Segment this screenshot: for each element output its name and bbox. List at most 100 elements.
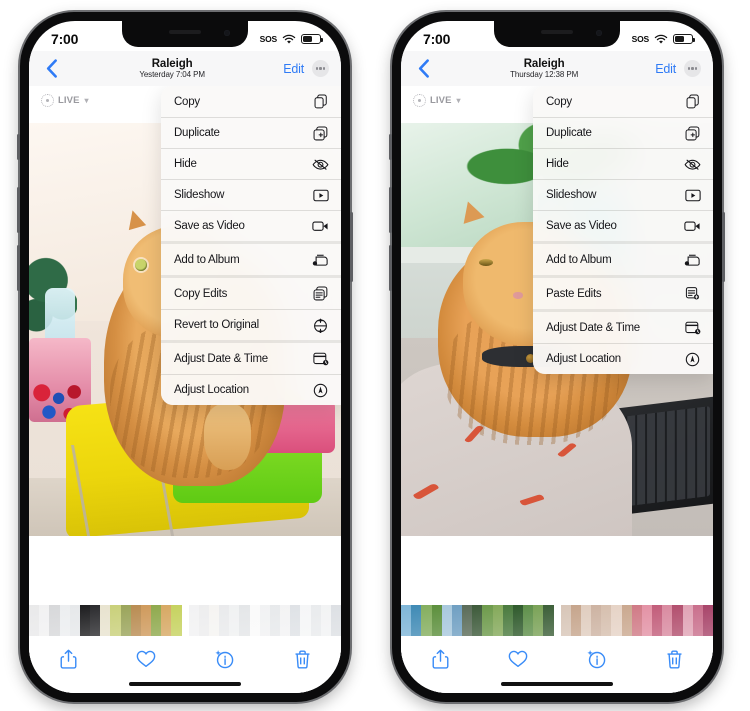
filmstrip-thumbnail[interactable]	[472, 605, 483, 636]
filmstrip-thumbnail[interactable]	[512, 605, 524, 636]
filmstrip-thumbnail[interactable]	[188, 605, 199, 636]
filmstrip-thumbnail[interactable]	[431, 605, 442, 636]
home-indicator[interactable]	[129, 682, 241, 686]
context-menu[interactable]: Copy Duplicate Hide Slideshow Save as Vi…	[161, 86, 341, 405]
filmstrip-thumbnail[interactable]	[198, 605, 209, 636]
filmstrip-thumbnail[interactable]	[110, 605, 121, 636]
menu-item-duplicate[interactable]: Duplicate	[533, 117, 713, 148]
filmstrip-thumbnail[interactable]	[611, 605, 622, 636]
filmstrip-thumbnail[interactable]	[401, 605, 412, 636]
menu-item-hide[interactable]: Hide	[161, 148, 341, 179]
filmstrip-thumbnail[interactable]	[533, 605, 544, 636]
filmstrip-thumbnail[interactable]	[502, 605, 513, 636]
filmstrip-thumbnail[interactable]	[652, 605, 663, 636]
menu-item-add-to-album[interactable]: Add to Album	[533, 244, 713, 275]
filmstrip-thumbnail[interactable]	[421, 605, 432, 636]
volume-down-button[interactable]	[389, 245, 392, 291]
filmstrip-thumbnail[interactable]	[269, 605, 281, 636]
filmstrip-thumbnail[interactable]	[451, 605, 463, 636]
edit-button[interactable]: Edit	[283, 62, 304, 76]
info-button[interactable]	[583, 646, 609, 672]
volume-up-button[interactable]	[17, 187, 20, 233]
filmstrip-thumbnail[interactable]	[259, 605, 270, 636]
menu-item-copy-edits[interactable]: Copy Edits	[161, 278, 341, 309]
filmstrip-thumbnail[interactable]	[290, 605, 301, 636]
menu-item-save-as-video[interactable]: Save as Video	[533, 210, 713, 241]
filmstrip-thumbnail[interactable]	[249, 605, 260, 636]
volume-down-button[interactable]	[17, 245, 20, 291]
edit-button[interactable]: Edit	[655, 62, 676, 76]
filmstrip-thumbnail[interactable]	[39, 605, 50, 636]
filmstrip-thumbnail[interactable]	[151, 605, 162, 636]
mute-switch[interactable]	[389, 134, 392, 160]
filmstrip-thumbnail[interactable]	[411, 605, 422, 636]
filmstrip-thumbnail[interactable]	[300, 605, 311, 636]
filmstrip-thumbnail[interactable]	[239, 605, 250, 636]
menu-item-add-to-album[interactable]: Add to Album	[161, 244, 341, 275]
filmstrip-thumbnail[interactable]	[662, 605, 673, 636]
menu-item-slideshow[interactable]: Slideshow	[161, 179, 341, 210]
filmstrip-thumbnail[interactable]	[120, 605, 131, 636]
filmstrip-thumbnail[interactable]	[49, 605, 60, 636]
menu-item-save-as-video[interactable]: Save as Video	[161, 210, 341, 241]
filmstrip-thumbnail[interactable]	[29, 605, 40, 636]
filmstrip-thumbnail[interactable]	[560, 605, 571, 636]
volume-up-button[interactable]	[389, 187, 392, 233]
filmstrip-thumbnail[interactable]	[219, 605, 230, 636]
filmstrip-thumbnail[interactable]	[59, 605, 70, 636]
share-button[interactable]	[427, 646, 453, 672]
filmstrip-thumbnail[interactable]	[330, 605, 341, 636]
filmstrip-thumbnail[interactable]	[280, 605, 291, 636]
menu-item-adjust-location[interactable]: Adjust Location	[161, 374, 341, 405]
filmstrip-thumbnail[interactable]	[90, 605, 101, 636]
power-button[interactable]	[350, 212, 353, 282]
filmstrip-thumbnail[interactable]	[441, 605, 452, 636]
filmstrip-thumbnail[interactable]	[161, 605, 172, 636]
live-photo-badge[interactable]: LIVE ▾	[41, 94, 89, 107]
delete-button[interactable]	[661, 646, 687, 672]
menu-item-duplicate[interactable]: Duplicate	[161, 117, 341, 148]
mute-switch[interactable]	[17, 134, 20, 160]
menu-item-adjust-date-time[interactable]: Adjust Date & Time	[533, 312, 713, 343]
delete-button[interactable]	[289, 646, 315, 672]
photo-filmstrip[interactable]	[401, 605, 713, 636]
filmstrip-thumbnail[interactable]	[621, 605, 632, 636]
filmstrip-thumbnail[interactable]	[69, 605, 80, 636]
filmstrip-thumbnail[interactable]	[171, 605, 182, 636]
menu-item-adjust-date-time[interactable]: Adjust Date & Time	[161, 343, 341, 374]
filmstrip-thumbnail[interactable]	[570, 605, 581, 636]
home-indicator[interactable]	[501, 682, 613, 686]
filmstrip-thumbnail[interactable]	[692, 605, 703, 636]
share-button[interactable]	[55, 646, 81, 672]
filmstrip-thumbnail[interactable]	[591, 605, 602, 636]
filmstrip-thumbnail[interactable]	[320, 605, 331, 636]
more-circle-icon[interactable]	[312, 60, 329, 77]
favorite-button[interactable]	[505, 646, 531, 672]
filmstrip-thumbnail[interactable]	[229, 605, 240, 636]
photo-filmstrip[interactable]	[29, 605, 341, 636]
power-button[interactable]	[722, 212, 725, 282]
filmstrip-thumbnail[interactable]	[631, 605, 642, 636]
filmstrip-thumbnail[interactable]	[543, 605, 554, 636]
filmstrip-thumbnail[interactable]	[672, 605, 683, 636]
filmstrip-thumbnail[interactable]	[682, 605, 693, 636]
more-circle-icon[interactable]	[684, 60, 701, 77]
filmstrip-thumbnail[interactable]	[601, 605, 612, 636]
filmstrip-thumbnail[interactable]	[492, 605, 503, 636]
menu-item-hide[interactable]: Hide	[533, 148, 713, 179]
filmstrip-thumbnail[interactable]	[580, 605, 592, 636]
filmstrip-thumbnail[interactable]	[130, 605, 141, 636]
menu-item-copy[interactable]: Copy	[161, 86, 341, 117]
menu-item-copy[interactable]: Copy	[533, 86, 713, 117]
filmstrip-thumbnail[interactable]	[100, 605, 111, 636]
filmstrip-thumbnail[interactable]	[462, 605, 473, 636]
filmstrip-thumbnail[interactable]	[523, 605, 534, 636]
filmstrip-thumbnail[interactable]	[702, 605, 713, 636]
menu-item-slideshow[interactable]: Slideshow	[533, 179, 713, 210]
filmstrip-thumbnail[interactable]	[310, 605, 321, 636]
menu-item-paste-edits[interactable]: Paste Edits	[533, 278, 713, 309]
filmstrip-thumbnail[interactable]	[482, 605, 493, 636]
filmstrip-thumbnail[interactable]	[140, 605, 152, 636]
filmstrip-thumbnail[interactable]	[79, 605, 91, 636]
menu-item-adjust-location[interactable]: Adjust Location	[533, 343, 713, 374]
